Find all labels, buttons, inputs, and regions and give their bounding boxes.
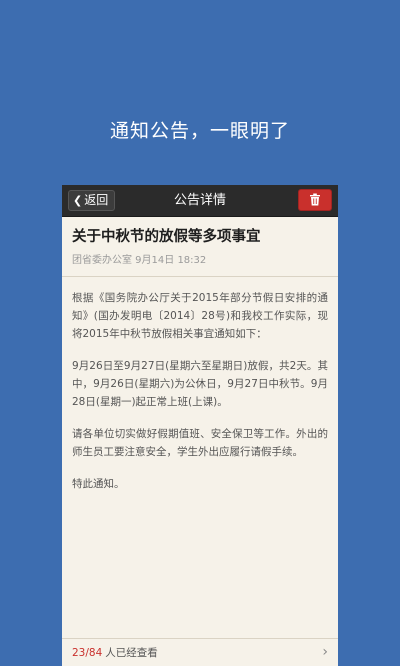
navigation-bar: ❮ 返回 公告详情: [62, 185, 338, 217]
notice-paragraph: 特此通知。: [72, 478, 125, 490]
delete-button[interactable]: [298, 189, 332, 211]
app-tagline: 通知公告，一眼明了: [109, 120, 290, 142]
read-count: 23/84: [72, 646, 103, 659]
notice-paragraph: 9月26日至9月27日(星期六至星期日)放假，共2天。其中，9月26日(星期六)…: [72, 360, 328, 408]
notice-title: 关于中秋节的放假等多项事宜: [72, 229, 261, 245]
trash-icon: [309, 191, 321, 210]
divider: [62, 276, 338, 277]
notice-detail-screen: ❮ 返回 公告详情 关于中秋节的放假等多项事宜 团省委办公室 9月14日 18:…: [62, 185, 338, 666]
notice-meta: 团省委办公室 9月14日 18:32: [72, 255, 207, 266]
notice-paragraph: 根据《国务院办公厅关于2015年部分节假日安排的通知》(国办发明电〔2014〕2…: [72, 292, 328, 340]
notice-content: 关于中秋节的放假等多项事宜 团省委办公室 9月14日 18:32 根据《国务院办…: [62, 217, 338, 493]
read-count-label: 人已经查看: [105, 647, 158, 659]
nav-title: 公告详情: [173, 193, 226, 208]
notice-paragraph: 请各单位切实做好假期值班、安全保卫等工作。外出的师生员工要注意安全，学生外出应履…: [72, 428, 328, 458]
notice-body: 根据《国务院办公厅关于2015年部分节假日安排的通知》(国办发明电〔2014〕2…: [72, 289, 328, 493]
read-count-footer[interactable]: 23/84 人已经查看 ›: [62, 638, 338, 666]
chevron-right-icon: ›: [322, 644, 328, 660]
